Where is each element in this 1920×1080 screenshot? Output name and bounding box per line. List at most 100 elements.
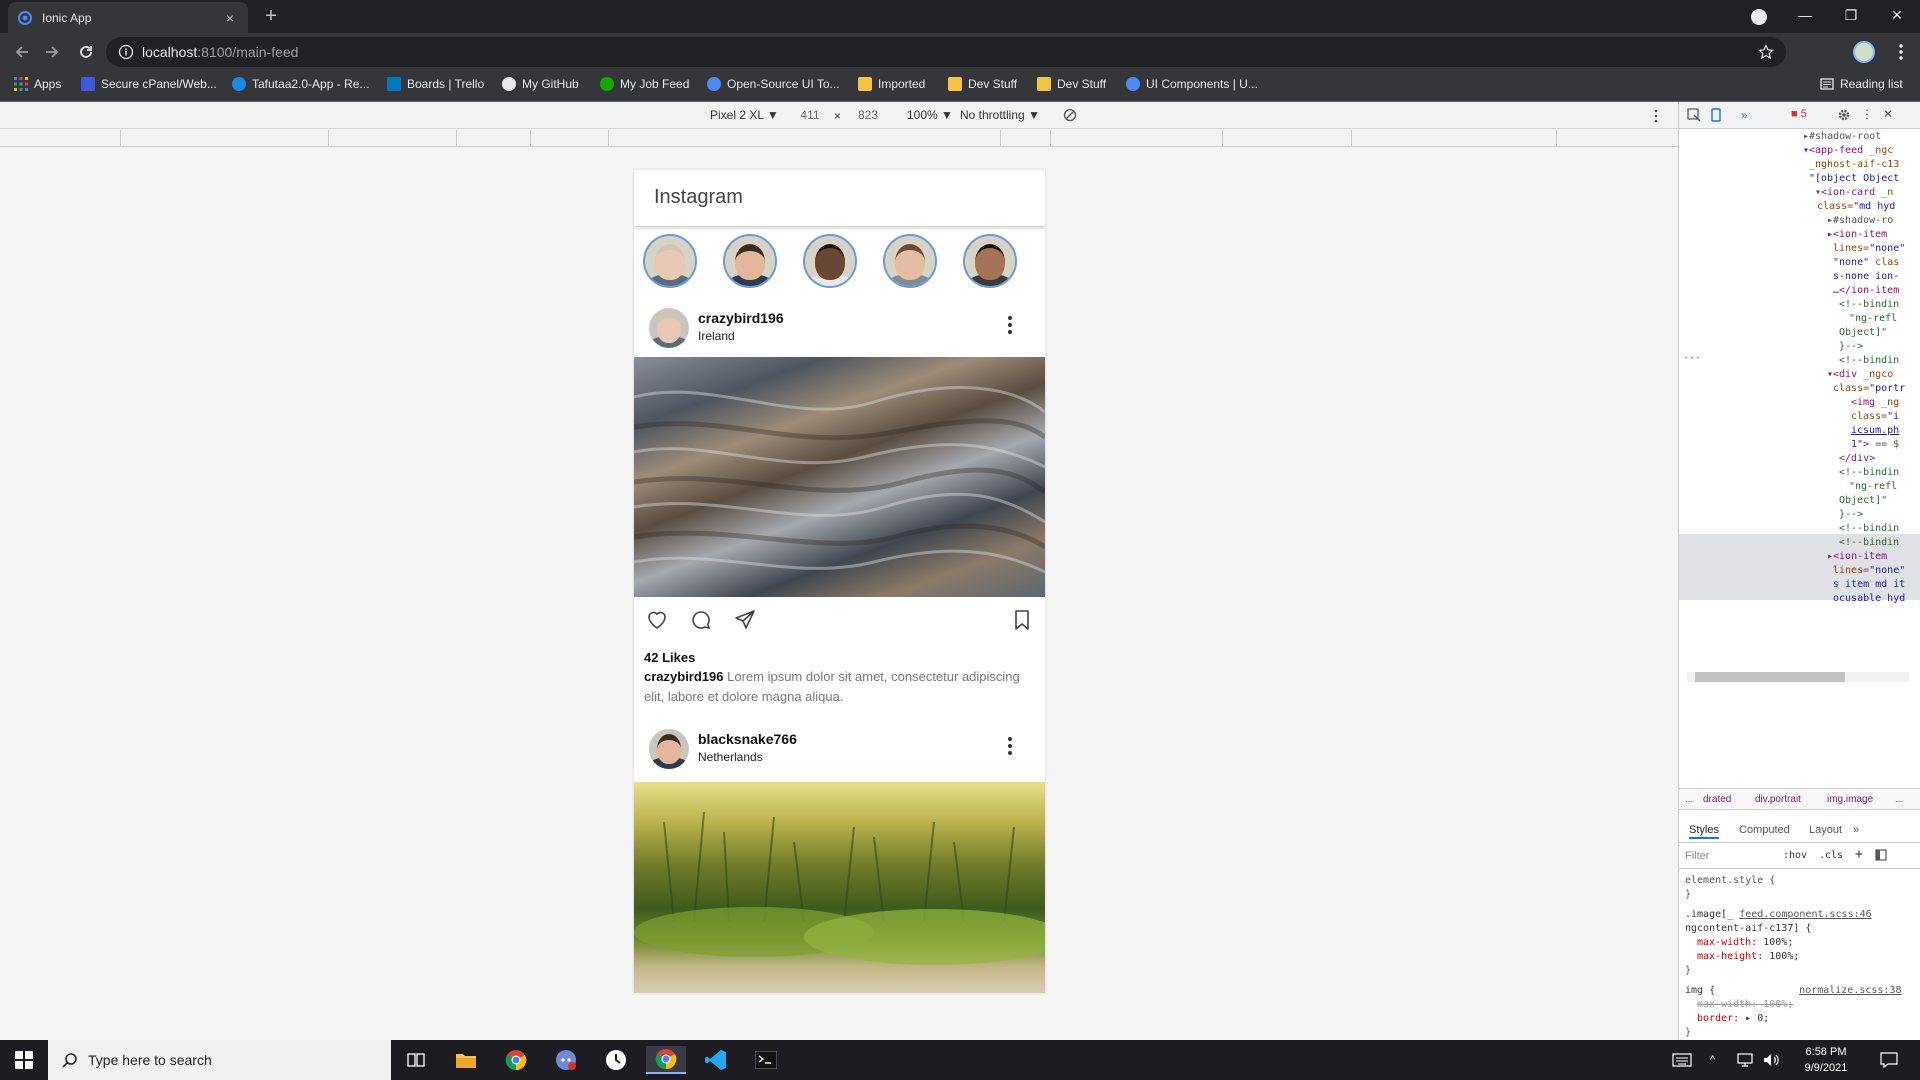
- dom-line[interactable]: ▸<ion-item: [1827, 228, 1887, 242]
- minimize-button[interactable]: —: [1782, 0, 1828, 33]
- bookmark-cpanel[interactable]: Secure cPanel/Web...: [81, 77, 217, 91]
- system-clock[interactable]: 6:58 PM 9/9/2021: [1796, 1044, 1856, 1076]
- comment-icon[interactable]: [689, 608, 713, 632]
- browser-tab[interactable]: Ionic App ×: [8, 2, 248, 33]
- taskbar-file-explorer[interactable]: [446, 1046, 486, 1074]
- css-declaration[interactable]: max-height: 100%;: [1697, 950, 1799, 964]
- dom-line[interactable]: ▾<app-feed _ngc: [1803, 144, 1893, 158]
- post-options-icon[interactable]: [1007, 316, 1013, 336]
- new-style-rule-icon[interactable]: +: [1855, 848, 1863, 862]
- profile-avatar[interactable]: [1853, 41, 1875, 63]
- dom-line[interactable]: ▸#shadow-root: [1803, 130, 1881, 144]
- address-bar[interactable]: localhost:8100/main-feed: [106, 37, 1786, 67]
- breadcrumb-item[interactable]: drated: [1703, 793, 1731, 807]
- devtools-close-icon[interactable]: ✕: [1883, 107, 1893, 121]
- breadcrumb-item[interactable]: ...: [1895, 793, 1903, 807]
- zoom-select[interactable]: 100% ▼: [907, 108, 953, 122]
- forward-button[interactable]: [38, 38, 66, 66]
- dom-line[interactable]: ▾<div _ngco: [1827, 368, 1893, 382]
- site-info-icon[interactable]: [118, 44, 134, 60]
- story-avatar[interactable]: [883, 234, 937, 288]
- dom-line[interactable]: ▸#shadow-ro: [1827, 214, 1893, 228]
- dom-line[interactable]: ▾<ion-card _n: [1815, 186, 1893, 200]
- device-toolbar-more-icon[interactable]: [1652, 108, 1660, 124]
- bookmark-folder-imported[interactable]: Imported: [858, 77, 925, 91]
- post-username[interactable]: crazybird196: [698, 310, 784, 326]
- bookmark-ui-components[interactable]: UI Components | U...: [1126, 77, 1258, 91]
- css-declaration[interactable]: max-width: 100%;: [1697, 936, 1793, 950]
- breadcrumb-item[interactable]: ...: [1685, 793, 1693, 807]
- post-avatar[interactable]: [649, 729, 689, 769]
- throttle-select[interactable]: No throttling ▼: [960, 108, 1040, 122]
- bookmark-job-feed[interactable]: My Job Feed: [600, 77, 689, 91]
- bookmark-star-icon[interactable]: [1758, 44, 1774, 60]
- profile-indicator-icon[interactable]: [1751, 9, 1767, 25]
- volume-icon[interactable]: [1762, 1052, 1780, 1068]
- dom-line-selected[interactable]: <img _ng: [1851, 396, 1899, 410]
- taskbar-clock-app[interactable]: [596, 1046, 636, 1074]
- device-select[interactable]: Pixel 2 XL ▼: [710, 108, 779, 122]
- css-declaration[interactable]: border: ▸ 0;: [1697, 1012, 1769, 1026]
- horizontal-scrollbar[interactable]: [1687, 672, 1909, 682]
- taskbar-chrome[interactable]: [496, 1046, 536, 1074]
- bookmark-folder-dev-stuff-2[interactable]: Dev Stuff: [1037, 77, 1106, 91]
- post-username[interactable]: blacksnake766: [698, 731, 797, 747]
- reload-button[interactable]: [72, 38, 100, 66]
- css-rule[interactable]: element.style {: [1685, 874, 1775, 888]
- css-rule[interactable]: img { normalize.scss:38: [1685, 984, 1902, 998]
- dom-line-selected[interactable]: icsum.ph: [1851, 424, 1899, 438]
- notifications-icon[interactable]: [1880, 1052, 1898, 1068]
- toggle-sidebar-icon[interactable]: [1875, 849, 1887, 861]
- hover-state-toggle[interactable]: :hov: [1783, 849, 1807, 863]
- bookmark-github[interactable]: My GitHub: [502, 77, 579, 91]
- post-options-icon[interactable]: [1007, 737, 1013, 757]
- heart-icon[interactable]: [645, 608, 669, 632]
- tab-styles[interactable]: Styles: [1689, 823, 1719, 839]
- class-toggle[interactable]: .cls: [1819, 849, 1843, 863]
- tray-chevron-icon[interactable]: ^: [1710, 1052, 1715, 1068]
- taskbar-discord[interactable]: [546, 1046, 586, 1074]
- taskbar-terminal[interactable]: [746, 1046, 786, 1074]
- send-icon[interactable]: [733, 608, 757, 632]
- bookmark-trello[interactable]: Boards | Trello: [387, 77, 484, 91]
- tab-close-icon[interactable]: ×: [222, 10, 238, 26]
- browser-menu-button[interactable]: [1893, 41, 1909, 63]
- rotate-disabled-icon[interactable]: [1063, 108, 1077, 122]
- css-rule[interactable]: .image[_ feed.component.scss:46: [1685, 908, 1872, 922]
- story-avatar[interactable]: [963, 234, 1017, 288]
- node-ellipsis[interactable]: ···: [1683, 352, 1701, 366]
- taskbar-vscode[interactable]: [696, 1046, 736, 1074]
- tab-layout[interactable]: Layout: [1809, 823, 1842, 837]
- breadcrumb-item[interactable]: div.portrait: [1755, 793, 1801, 807]
- settings-gear-icon[interactable]: [1837, 108, 1851, 122]
- bookmark-apps[interactable]: Apps: [14, 77, 61, 91]
- caption-username[interactable]: crazybird196: [644, 669, 724, 684]
- task-view-button[interactable]: [396, 1046, 436, 1074]
- new-tab-button[interactable]: +: [260, 6, 282, 28]
- viewport-height-input[interactable]: 823: [848, 106, 888, 124]
- bookmark-open-source-ui[interactable]: Open-Source UI To...: [707, 77, 840, 91]
- taskbar-search-box[interactable]: Type here to search: [48, 1040, 391, 1080]
- breadcrumb-item[interactable]: img.image: [1827, 793, 1873, 807]
- reading-list-button[interactable]: Reading list: [1820, 77, 1903, 91]
- css-declaration[interactable]: max-width: 100%;: [1697, 998, 1793, 1012]
- close-window-button[interactable]: ✕: [1874, 0, 1920, 33]
- bookmark-tafutaa[interactable]: Tafutaa2.0-App - Re...: [232, 77, 369, 91]
- bookmark-icon[interactable]: [1010, 608, 1034, 632]
- tab-computed[interactable]: Computed: [1739, 823, 1790, 837]
- inspect-element-icon[interactable]: [1687, 108, 1701, 122]
- back-button[interactable]: [8, 38, 36, 66]
- post-avatar[interactable]: [649, 308, 689, 348]
- styles-filter-input[interactable]: Filter: [1685, 849, 1709, 863]
- dom-line[interactable]: ▸<ion-item: [1827, 550, 1887, 564]
- restore-button[interactable]: ❐: [1828, 0, 1874, 33]
- device-toggle-icon[interactable]: [1709, 108, 1723, 122]
- bookmark-folder-dev-stuff[interactable]: Dev Stuff: [948, 77, 1017, 91]
- devtools-more-icon[interactable]: ⋮: [1861, 107, 1873, 121]
- viewport-width-input[interactable]: 411: [790, 106, 830, 124]
- tab-more[interactable]: »: [1853, 823, 1859, 837]
- taskbar-chrome-active[interactable]: [646, 1046, 686, 1074]
- story-avatar[interactable]: [803, 234, 857, 288]
- more-tabs-icon[interactable]: »: [1741, 108, 1748, 122]
- keyboard-icon[interactable]: [1672, 1052, 1692, 1068]
